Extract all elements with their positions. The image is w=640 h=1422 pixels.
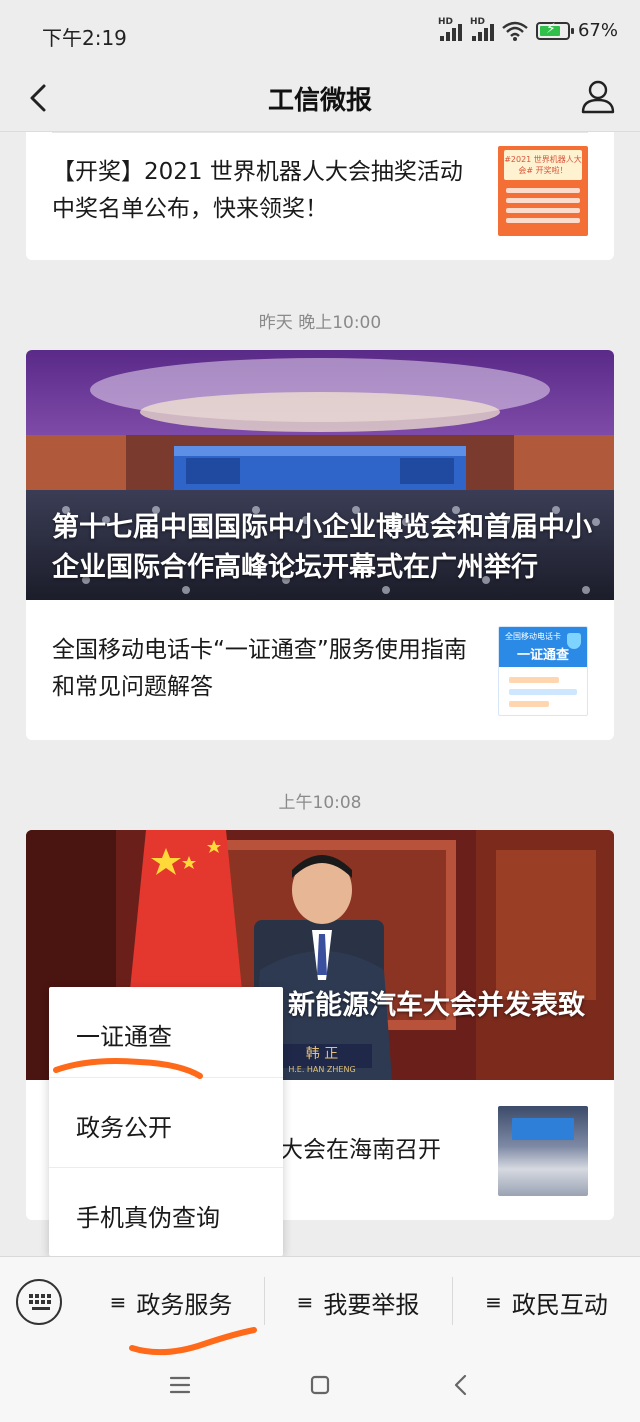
article-title: 全国移动电话卡“一证通查”服务使用指南和常见问题解答 bbox=[52, 637, 467, 700]
hero-article[interactable]: 第十七届中国国际中小企业博览会和首届中小企业国际合作高峰论坛开幕式在广州举行 bbox=[26, 350, 614, 600]
wifi-icon bbox=[502, 21, 528, 41]
menu-tab-label: 我要举报 bbox=[323, 1290, 420, 1319]
hero-title: 新能源汽车大会并发表致 bbox=[288, 990, 585, 1021]
svg-text:韩 正: 韩 正 bbox=[306, 1046, 338, 1062]
signal-icon-1: HD bbox=[438, 17, 462, 41]
system-nav-bar bbox=[0, 1346, 640, 1422]
menu-tab-label: 政务服务 bbox=[136, 1290, 233, 1319]
keyboard-icon[interactable] bbox=[16, 1279, 62, 1325]
menu-tab-zhengminhudong[interactable]: ≡ 政民互动 bbox=[453, 1257, 640, 1347]
menu-list-icon: ≡ bbox=[109, 1290, 127, 1314]
user-profile-icon[interactable] bbox=[580, 78, 616, 114]
article-card-2: 第十七届中国国际中小企业博览会和首届中小企业国际合作高峰论坛开幕式在广州举行 全… bbox=[26, 350, 614, 740]
official-account-menu-bar: ≡ 政务服务 ≡ 我要举报 ≡ 政民互动 bbox=[0, 1256, 640, 1346]
page-title: 工信微报 bbox=[267, 86, 372, 116]
article-thumbnail bbox=[498, 1106, 588, 1196]
article-item[interactable]: 【开奖】2021 世界机器人大会抽奖活动中奖名单公布，快来领奖！ #2021 世… bbox=[26, 132, 614, 260]
article-title: 【开奖】2021 世界机器人大会抽奖活动中奖名单公布，快来领奖！ bbox=[52, 159, 463, 222]
menu-tab-zhengwufuwu[interactable]: ≡ 政务服务 bbox=[78, 1257, 264, 1347]
article-title: 大会在海南召开 bbox=[280, 1137, 441, 1163]
timestamp-label: 上午10:08 bbox=[278, 793, 362, 813]
svg-text:H.E. HAN ZHENG: H.E. HAN ZHENG bbox=[288, 1065, 355, 1074]
home-square-icon[interactable] bbox=[303, 1368, 337, 1402]
menu-icon[interactable] bbox=[163, 1368, 197, 1402]
article-thumbnail: #2021 世界机器人大会# 开奖啦！ bbox=[498, 146, 588, 236]
article-card-1: 【开奖】2021 世界机器人大会抽奖活动中奖名单公布，快来领奖！ #2021 世… bbox=[26, 132, 614, 260]
submenu-item-phone-verify[interactable]: 手机真伪查询 bbox=[49, 1167, 283, 1256]
status-bar: 下午2:19 HD HD ⚡ 67% bbox=[0, 0, 640, 66]
battery-icon: ⚡ bbox=[535, 21, 574, 40]
status-time: 下午2:19 bbox=[42, 26, 127, 50]
hero-title: 第十七届中国国际中小企业博览会和首届中小企业国际合作高峰论坛开幕式在广州举行 bbox=[52, 512, 592, 583]
menu-tab-label: 政民互动 bbox=[511, 1290, 608, 1319]
back-triangle-icon[interactable] bbox=[444, 1368, 478, 1402]
signal-icon-2: HD bbox=[470, 17, 494, 41]
submenu-item-yizhengtongcha[interactable]: 一证通查 bbox=[49, 987, 283, 1076]
nav-bar: 工信微报 bbox=[0, 66, 640, 132]
menu-tab-woyaojubao[interactable]: ≡ 我要举报 bbox=[265, 1257, 451, 1347]
submenu-popup: 一证通查 政务公开 手机真伪查询 bbox=[49, 987, 283, 1256]
article-item[interactable]: 全国移动电话卡“一证通查”服务使用指南和常见问题解答 全国移动电话卡 一证通查 bbox=[26, 600, 614, 740]
timestamp-label: 昨天 晚上10:00 bbox=[258, 313, 382, 333]
submenu-item-zhengwugongkai[interactable]: 政务公开 bbox=[49, 1077, 283, 1166]
battery-percent: 67% bbox=[577, 20, 618, 41]
menu-list-icon: ≡ bbox=[296, 1290, 314, 1314]
status-indicators: HD HD ⚡ 67% bbox=[438, 17, 618, 42]
article-thumbnail: 全国移动电话卡 一证通查 bbox=[498, 626, 588, 716]
menu-list-icon: ≡ bbox=[485, 1290, 502, 1314]
